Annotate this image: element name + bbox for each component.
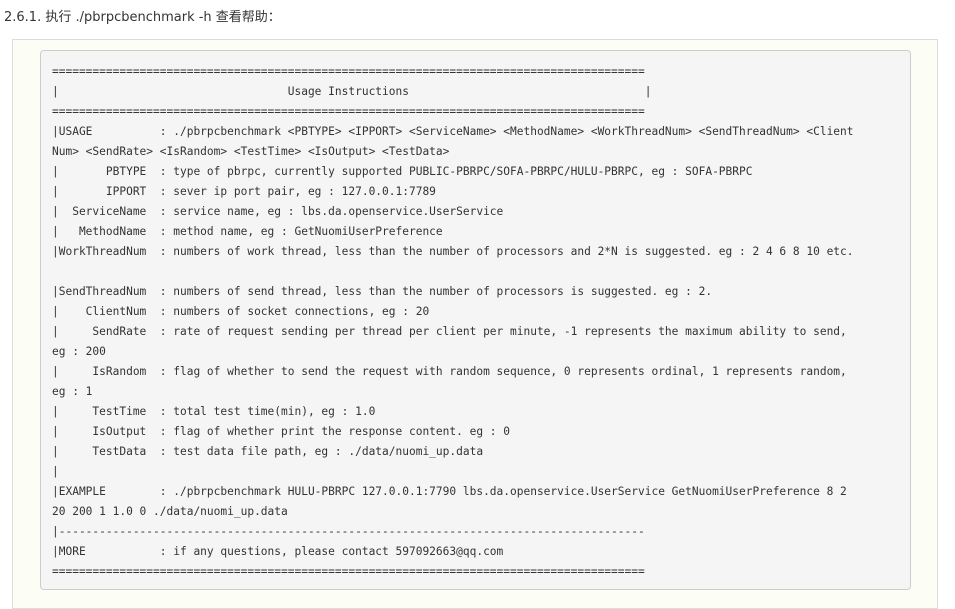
code-line: |USAGE : ./pbrpcbenchmark <PBTYPE> <IPPO… xyxy=(52,125,854,138)
code-line: | SendRate : rate of request sending per… xyxy=(52,325,847,338)
code-line: | IPPORT : sever ip port pair, eg : 127.… xyxy=(52,185,436,198)
code-line: | TestData : test data file path, eg : .… xyxy=(52,445,484,458)
code-line: eg : 200 xyxy=(52,345,106,358)
code-line: |MORE : if any questions, please contact… xyxy=(52,545,504,558)
code-line: | xyxy=(52,465,59,478)
code-line: |---------------------------------------… xyxy=(52,525,645,538)
code-line: | MethodName : method name, eg : GetNuom… xyxy=(52,225,443,238)
usage-text: ========================================… xyxy=(41,51,910,582)
code-line: | ClientNum : numbers of socket connecti… xyxy=(52,305,430,318)
code-line: |WorkThreadNum : numbers of work thread,… xyxy=(52,245,854,258)
code-line: Num> <SendRate> <IsRandom> <TestTime> <I… xyxy=(52,145,450,158)
code-block: ========================================… xyxy=(40,50,911,590)
code-line: | TestTime : total test time(min), eg : … xyxy=(52,405,376,418)
code-line: | IsOutput : flag of whether print the r… xyxy=(52,425,511,438)
code-line: ========================================… xyxy=(52,105,645,118)
code-line: ========================================… xyxy=(52,565,645,578)
code-line: |EXAMPLE : ./pbrpcbenchmark HULU-PBRPC 1… xyxy=(52,485,847,498)
code-line: | ServiceName : service name, eg : lbs.d… xyxy=(52,205,504,218)
code-line: | PBTYPE : type of pbrpc, currently supp… xyxy=(52,165,753,178)
code-line: eg : 1 xyxy=(52,385,93,398)
code-line: | IsRandom : flag of whether to send the… xyxy=(52,365,847,378)
code-line: |SendThreadNum : numbers of send thread,… xyxy=(52,285,713,298)
code-line: | Usage Instructions | xyxy=(52,85,652,98)
code-line: 20 200 1 1.0 0 ./data/nuomi_up.data xyxy=(52,505,288,518)
code-line: ========================================… xyxy=(52,65,645,78)
section-heading: 2.6.1. 执行 ./pbrpcbenchmark -h 查看帮助： xyxy=(4,10,281,25)
